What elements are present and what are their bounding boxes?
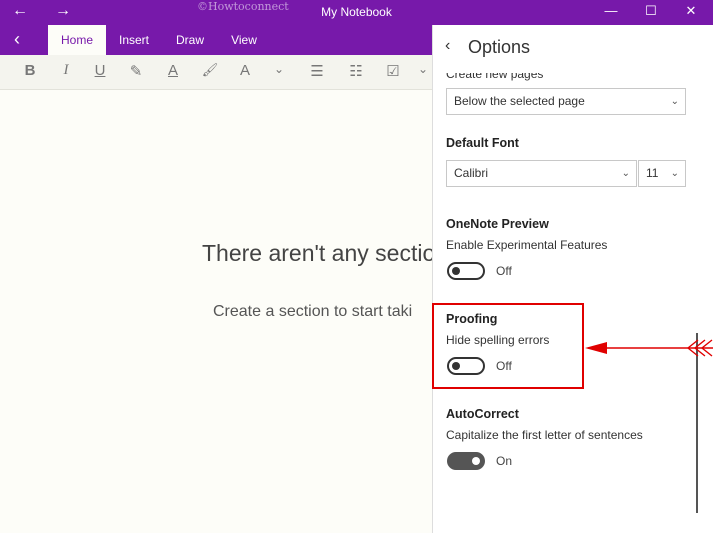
tab-home[interactable]: Home <box>48 25 106 55</box>
empty-state-subtitle: Create a section to start taki <box>213 303 413 320</box>
preview-toggle[interactable] <box>447 262 485 280</box>
preview-toggle-state: Off <box>496 264 512 278</box>
bold-icon[interactable]: B <box>19 62 41 79</box>
maximize-button[interactable]: ☐ <box>636 3 666 19</box>
highlighter-icon[interactable]: ✎ <box>125 62 147 80</box>
annotation-highlight-box <box>432 303 584 389</box>
checkbox-icon[interactable]: ☑ <box>382 62 404 80</box>
font-name-select[interactable]: Calibri ⌄ <box>446 160 637 187</box>
tab-draw[interactable]: Draw <box>168 25 212 55</box>
chevron-left-icon[interactable]: ‹ <box>14 29 20 50</box>
annotation-arrow <box>585 339 713 357</box>
font-color-icon[interactable]: A <box>162 62 184 79</box>
font-name-value: Calibri <box>454 166 489 180</box>
default-font-label: Default Font <box>446 136 519 150</box>
chevron-down-icon: ⌄ <box>670 168 679 179</box>
new-pages-select[interactable]: Below the selected page ⌄ <box>446 88 686 115</box>
create-new-pages-label: Create new pages <box>446 67 544 81</box>
close-button[interactable]: ✕ <box>676 3 706 19</box>
numbered-list-icon[interactable]: ☷ <box>345 62 367 80</box>
format-painter-icon[interactable]: 🖌 <box>199 62 221 78</box>
underline-icon[interactable]: U <box>89 62 111 79</box>
chevron-left-icon[interactable]: ‹ <box>445 37 450 55</box>
new-pages-select-value: Below the selected page <box>454 94 585 108</box>
autocorrect-heading: AutoCorrect <box>446 407 519 421</box>
autocorrect-toggle[interactable] <box>447 452 485 470</box>
bullet-list-icon[interactable]: ☰ <box>306 62 328 80</box>
chevron-down-icon: ⌄ <box>621 168 630 179</box>
autocorrect-label: Capitalize the first letter of sentences <box>446 428 643 442</box>
chevron-down-icon: ⌄ <box>670 96 679 107</box>
tab-insert[interactable]: Insert <box>111 25 157 55</box>
italic-icon[interactable]: I <box>55 62 77 79</box>
tab-view[interactable]: View <box>223 25 265 55</box>
chevron-down-icon[interactable]: ⌄ <box>412 62 434 76</box>
panel-title: Options <box>468 37 531 57</box>
empty-state-title: There aren't any sectio <box>202 240 436 266</box>
formatting-toolbar: B I U ✎ A 🖌 A ⌄ ☰ ☷ ☑ ⌄ <box>0 55 432 90</box>
font-size-value: 11 <box>646 166 659 180</box>
scrollbar[interactable] <box>696 333 698 513</box>
title-bar: ← → ©Howtoconnect My Notebook — ☐ ✕ <box>0 0 713 25</box>
preview-label: Enable Experimental Features <box>446 238 608 252</box>
preview-heading: OneNote Preview <box>446 217 549 231</box>
autocorrect-toggle-state: On <box>496 454 513 468</box>
clear-formatting-icon[interactable]: A <box>234 62 256 79</box>
chevron-down-icon[interactable]: ⌄ <box>268 62 290 76</box>
options-panel: ‹ Options Create new pages Below the sel… <box>432 25 713 533</box>
font-size-select[interactable]: 11 ⌄ <box>638 160 686 187</box>
minimize-button[interactable]: — <box>596 3 626 18</box>
